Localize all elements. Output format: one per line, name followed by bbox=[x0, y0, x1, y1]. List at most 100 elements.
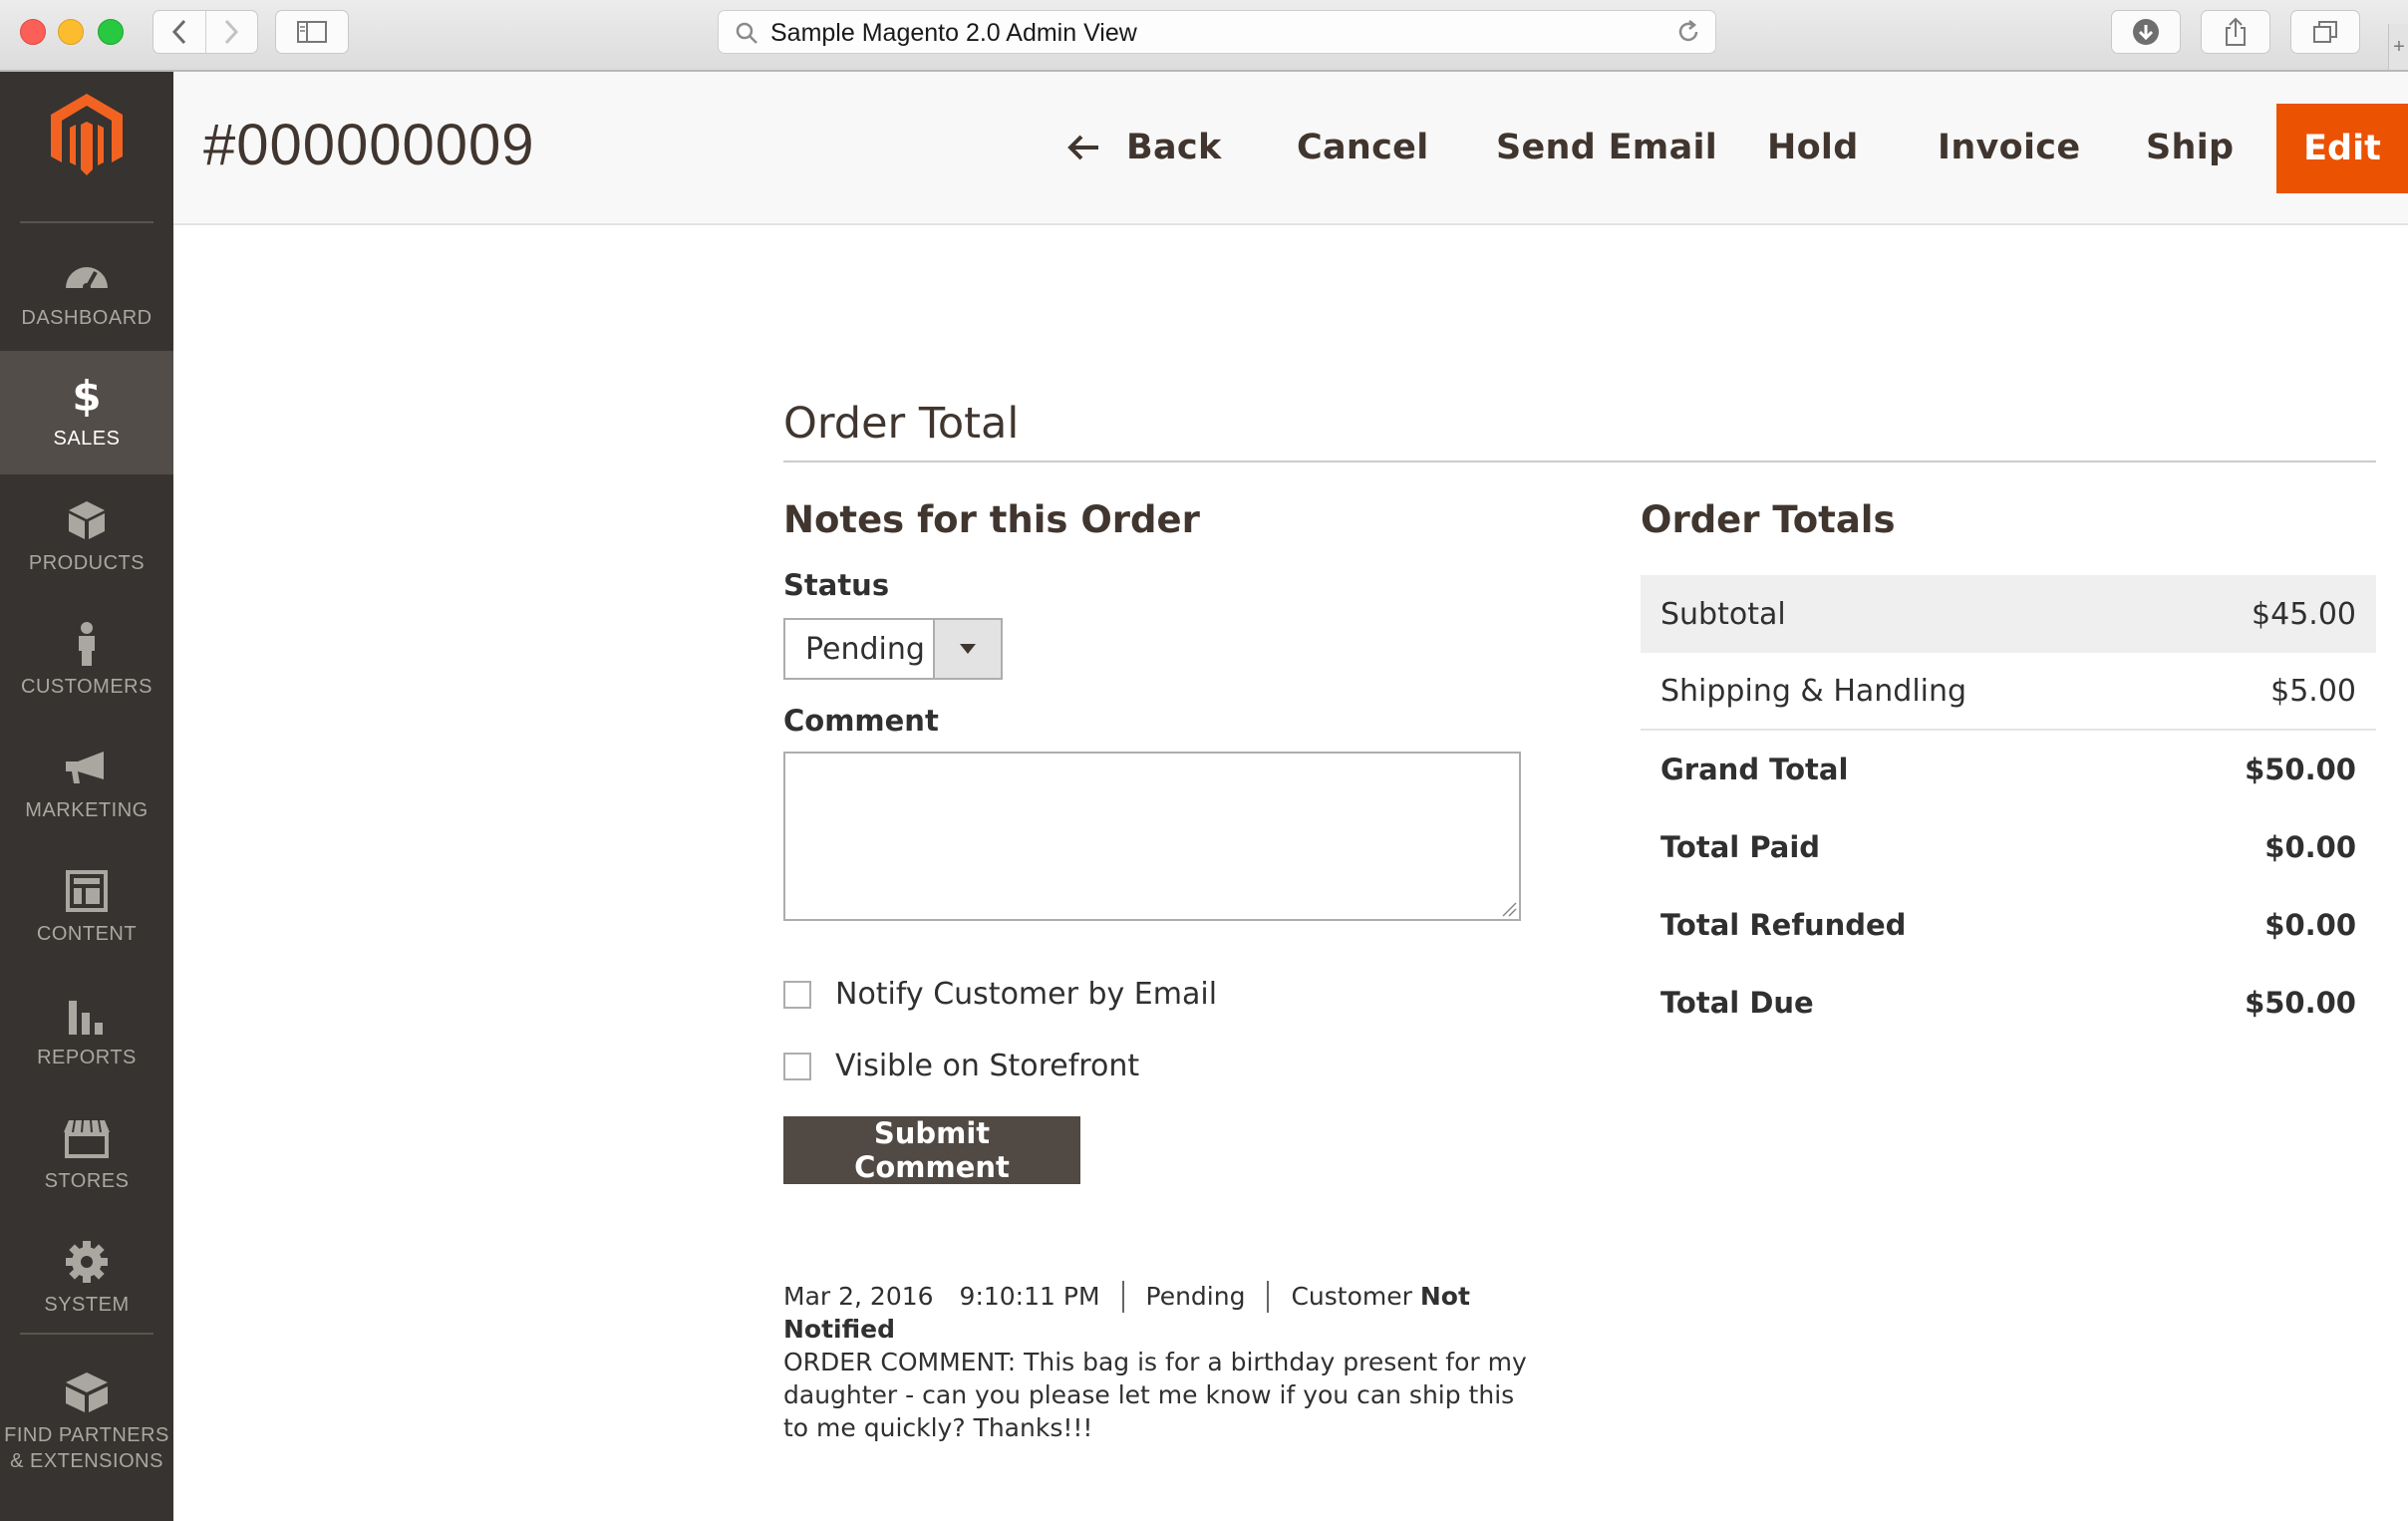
browser-sidebar-button[interactable] bbox=[275, 10, 349, 54]
browser-back-button[interactable] bbox=[153, 11, 205, 53]
visible-storefront-option[interactable]: Visible on Storefront bbox=[783, 1049, 1139, 1083]
totals-row-label: Total Paid bbox=[1660, 830, 1821, 864]
caret-down-icon bbox=[960, 644, 976, 654]
sidebar-item-products[interactable]: PRODUCTS bbox=[0, 475, 173, 599]
status-select[interactable]: Pending bbox=[783, 618, 1003, 680]
bar-chart-icon bbox=[69, 1001, 103, 1035]
tabs-overview-button[interactable] bbox=[2290, 10, 2360, 54]
comment-label: Comment bbox=[783, 704, 939, 738]
sidebar-icon bbox=[297, 21, 327, 43]
boxes-icon bbox=[66, 1372, 108, 1412]
page-title: #000000009 bbox=[203, 113, 535, 177]
sidebar-item-label: REPORTS bbox=[37, 1047, 137, 1068]
browser-forward-button[interactable] bbox=[204, 11, 258, 53]
storefront-icon bbox=[64, 1119, 110, 1158]
sidebar-item-dashboard[interactable]: DASHBOARD bbox=[0, 230, 173, 354]
tabs-icon bbox=[2313, 21, 2337, 43]
totals-row-value: $0.00 bbox=[2264, 908, 2356, 942]
sidebar-item-sales[interactable]: $ SALES bbox=[0, 351, 173, 474]
back-button[interactable]: Back bbox=[1066, 110, 1222, 185]
history-nav-group bbox=[152, 10, 258, 54]
totals-title: Order Totals bbox=[1641, 498, 1896, 541]
sidebar-item-stores[interactable]: STORES bbox=[0, 1093, 173, 1217]
sidebar-item-label: SALES bbox=[53, 428, 121, 450]
history-customer-not: Not bbox=[1419, 1282, 1470, 1311]
edit-button[interactable]: Edit bbox=[2276, 104, 2408, 193]
comment-textarea[interactable] bbox=[783, 752, 1521, 921]
sidebar-item-label: STORES bbox=[44, 1170, 130, 1192]
totals-row-value: $50.00 bbox=[2245, 986, 2356, 1020]
window-close-button[interactable] bbox=[20, 19, 46, 45]
sidebar-item-label: FIND PARTNERS bbox=[4, 1424, 169, 1446]
downloads-button[interactable] bbox=[2111, 10, 2181, 54]
admin-sidebar: DASHBOARD $ SALES PRODUCTS CUSTOMERS MAR… bbox=[0, 72, 173, 1521]
cube-icon bbox=[69, 501, 105, 539]
totals-row-total-refunded: Total Refunded $0.00 bbox=[1641, 886, 2376, 964]
history-customer-prefix: Customer bbox=[1291, 1282, 1412, 1311]
back-button-label: Back bbox=[1126, 128, 1222, 167]
comment-history-item: Mar 2, 2016 9:10:11 PM Pending Customer … bbox=[783, 1280, 1541, 1444]
resize-grip-icon[interactable] bbox=[1501, 901, 1517, 917]
history-date: Mar 2, 2016 bbox=[783, 1282, 934, 1311]
history-comment-text: ORDER COMMENT: This bag is for a birthda… bbox=[783, 1348, 1527, 1442]
sidebar-item-system[interactable]: SYSTEM bbox=[0, 1217, 173, 1341]
visible-storefront-checkbox[interactable] bbox=[783, 1052, 811, 1080]
magento-logo[interactable] bbox=[48, 92, 126, 177]
sidebar-item-customers[interactable]: CUSTOMERS bbox=[0, 599, 173, 723]
totals-row-label: Total Refunded bbox=[1660, 908, 1907, 942]
sidebar-item-marketing[interactable]: MARKETING bbox=[0, 723, 173, 846]
history-time: 9:10:11 PM bbox=[959, 1282, 1100, 1311]
new-tab-button[interactable]: + bbox=[2388, 24, 2408, 70]
notify-customer-option[interactable]: Notify Customer by Email bbox=[783, 977, 1217, 1012]
arrow-left-icon bbox=[1067, 135, 1098, 160]
totals-row-grand-total: Grand Total $50.00 bbox=[1641, 731, 2376, 808]
ship-button[interactable]: Ship bbox=[2146, 110, 2234, 185]
section-title: Order Total bbox=[783, 399, 1020, 449]
history-meta: Mar 2, 2016 9:10:11 PM Pending Customer … bbox=[783, 1280, 1541, 1313]
totals-row-value: $5.00 bbox=[2270, 673, 2356, 709]
page-header: #000000009 Back Cancel Send Email Hold I… bbox=[173, 72, 2408, 225]
sidebar-item-label: MARKETING bbox=[25, 799, 149, 821]
address-text: Sample Magento 2.0 Admin View bbox=[770, 19, 1137, 47]
window-minimize-button[interactable] bbox=[58, 19, 84, 45]
dashboard-gauge-icon bbox=[66, 267, 108, 290]
notify-customer-checkbox[interactable] bbox=[783, 980, 811, 1009]
share-button[interactable] bbox=[2201, 10, 2270, 54]
hold-button[interactable]: Hold bbox=[1767, 110, 1859, 185]
cancel-button[interactable]: Cancel bbox=[1297, 110, 1429, 185]
send-email-button[interactable]: Send Email bbox=[1496, 110, 1717, 185]
history-notified: Notified bbox=[783, 1315, 895, 1344]
chevron-left-icon bbox=[171, 19, 185, 45]
nav-divider bbox=[20, 221, 153, 223]
sidebar-item-label: CUSTOMERS bbox=[21, 676, 152, 698]
reload-icon[interactable] bbox=[1675, 19, 1701, 45]
visible-storefront-label: Visible on Storefront bbox=[835, 1049, 1140, 1083]
submit-comment-button[interactable]: Submit Comment bbox=[783, 1116, 1080, 1184]
select-toggle[interactable] bbox=[933, 620, 1001, 678]
invoice-button[interactable]: Invoice bbox=[1938, 110, 2080, 185]
status-selected-value: Pending bbox=[805, 632, 925, 667]
browser-toolbar: Sample Magento 2.0 Admin View + bbox=[0, 0, 2408, 72]
totals-row-label: Shipping & Handling bbox=[1660, 673, 1967, 709]
notes-title: Notes for this Order bbox=[783, 498, 1200, 541]
notify-customer-label: Notify Customer by Email bbox=[835, 977, 1218, 1012]
svg-text:$: $ bbox=[72, 375, 101, 417]
totals-row-label: Total Due bbox=[1660, 986, 1814, 1020]
sidebar-item-reports[interactable]: REPORTS bbox=[0, 970, 173, 1093]
totals-row-shipping: Shipping & Handling $5.00 bbox=[1641, 653, 2376, 731]
history-separator bbox=[1267, 1280, 1270, 1313]
totals-row-value: $50.00 bbox=[2245, 753, 2356, 786]
window-zoom-button[interactable] bbox=[98, 19, 124, 45]
totals-row-label: Subtotal bbox=[1660, 596, 1786, 632]
dollar-icon: $ bbox=[72, 375, 101, 417]
order-totals-table: Subtotal $45.00 Shipping & Handling $5.0… bbox=[1641, 575, 2376, 1042]
totals-row-value: $45.00 bbox=[2252, 596, 2356, 632]
person-icon bbox=[79, 622, 95, 666]
address-bar[interactable]: Sample Magento 2.0 Admin View bbox=[718, 10, 1716, 54]
search-icon bbox=[736, 22, 757, 44]
totals-row-total-paid: Total Paid $0.00 bbox=[1641, 808, 2376, 886]
sidebar-item-find-partners[interactable]: FIND PARTNERS & EXTENSIONS bbox=[0, 1348, 173, 1497]
sidebar-item-content[interactable]: CONTENT bbox=[0, 846, 173, 970]
history-status: Pending bbox=[1145, 1282, 1246, 1311]
megaphone-icon bbox=[66, 752, 104, 783]
